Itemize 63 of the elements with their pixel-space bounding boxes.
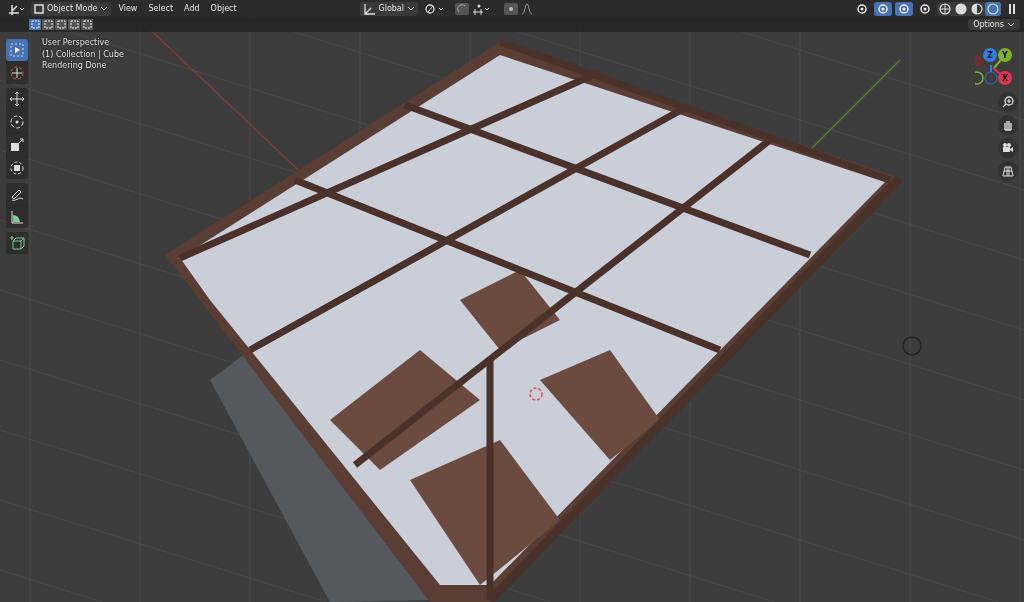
select-mode-button[interactable] <box>68 19 80 30</box>
zoom-icon <box>1002 96 1014 108</box>
menu-item[interactable]: Object <box>206 4 241 13</box>
select-mode-button[interactable] <box>81 19 93 30</box>
add-cube-icon <box>9 235 25 251</box>
axes-icon <box>7 2 25 15</box>
pause-icon <box>1007 2 1017 15</box>
wireframe-sphere-icon <box>939 2 951 15</box>
solid-sphere-icon <box>955 2 967 15</box>
tool-button[interactable] <box>6 206 28 228</box>
menu-item[interactable]: Select <box>144 4 178 13</box>
square-icon <box>69 20 79 29</box>
pan-button[interactable] <box>998 115 1018 135</box>
grid-view-button[interactable] <box>998 161 1018 181</box>
axis-label[interactable]: Z <box>983 48 997 62</box>
mode-dropdown[interactable]: Object Mode <box>31 1 112 16</box>
shading-mode-button[interactable] <box>969 1 985 16</box>
camera-icon <box>1002 142 1014 154</box>
menu-item[interactable]: View <box>114 4 142 13</box>
tool-button[interactable] <box>6 232 28 254</box>
shading-mode-button[interactable] <box>937 1 953 16</box>
ruler-icon <box>9 209 25 225</box>
axis-label[interactable]: Y <box>998 48 1012 62</box>
shading-mode-button[interactable] <box>953 1 969 16</box>
tool-button[interactable] <box>6 134 28 156</box>
scale-icon <box>9 137 25 153</box>
move-icon <box>9 91 25 107</box>
chevron-icon <box>407 5 415 12</box>
half-sphere-icon <box>971 2 983 15</box>
camera-button[interactable] <box>998 138 1018 158</box>
viewport-info-text: Rendering Done <box>42 61 108 72</box>
chevron-icon <box>100 5 109 12</box>
tool-button[interactable] <box>6 88 28 110</box>
select-box-icon <box>9 42 25 58</box>
square-icon <box>43 20 53 29</box>
orientation-dropdown[interactable]: Global <box>360 1 418 16</box>
menu-item[interactable]: Add <box>180 4 204 13</box>
viewport-info-text: User Perspective <box>42 38 111 49</box>
options-dropdown[interactable]: Options <box>968 19 1020 30</box>
square-icon <box>56 20 66 29</box>
transform-icon <box>9 160 25 176</box>
viewport-info-text: (1) Collection | Cube <box>42 49 124 60</box>
square-icon <box>30 20 40 29</box>
cursor-icon <box>529 387 543 401</box>
tool-button[interactable] <box>6 39 28 61</box>
cube-icon <box>34 3 44 14</box>
axes-icon <box>363 2 376 15</box>
chevron-icon <box>1007 21 1015 28</box>
cursor-icon <box>9 65 25 81</box>
zoom-button[interactable] <box>998 92 1018 112</box>
select-mode-button[interactable] <box>55 19 67 30</box>
rotate-icon <box>9 114 25 130</box>
tool-button[interactable] <box>6 157 28 179</box>
viewport-toggle[interactable] <box>874 1 892 16</box>
axis-label[interactable]: X <box>998 71 1012 85</box>
square-icon <box>82 20 92 29</box>
viewport-toggle[interactable] <box>895 1 913 16</box>
grid-icon <box>1002 165 1014 177</box>
shaded-sphere-icon <box>987 2 999 15</box>
select-mode-button[interactable] <box>42 19 54 30</box>
tool-button[interactable] <box>6 183 28 205</box>
tool-button[interactable] <box>6 111 28 133</box>
shading-mode-button[interactable] <box>985 1 1001 16</box>
